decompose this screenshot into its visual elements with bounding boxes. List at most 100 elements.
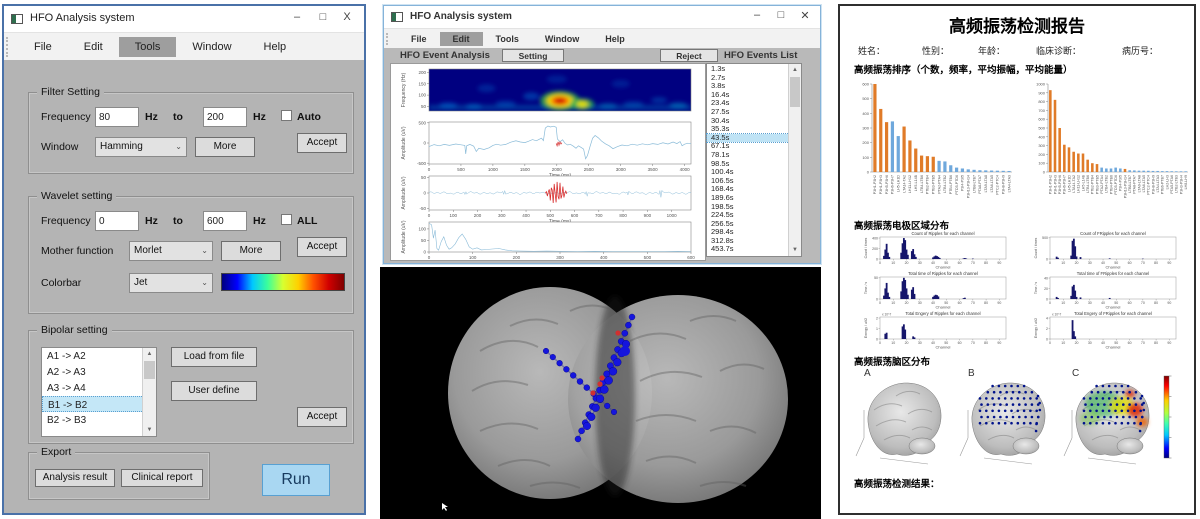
brain-3d-view[interactable] bbox=[380, 267, 821, 519]
scroll-up-icon[interactable]: ▲ bbox=[143, 348, 156, 360]
hfo-marker-dot bbox=[599, 375, 604, 380]
rank-bar bbox=[1152, 171, 1155, 172]
mother-function-select[interactable]: Morlet⌄ bbox=[129, 241, 213, 261]
bipolar-list-item[interactable]: A3 -> A4 bbox=[42, 380, 156, 396]
scroll-up-icon[interactable]: ▲ bbox=[789, 64, 801, 76]
menu-item-tools[interactable]: Tools bbox=[483, 32, 532, 46]
maximize-icon[interactable]: □ bbox=[770, 9, 792, 21]
analysis-result-button[interactable]: Analysis result bbox=[35, 469, 115, 487]
close-icon[interactable]: X bbox=[336, 11, 358, 23]
bipolar-list-item[interactable]: B2 -> B3 bbox=[42, 412, 156, 428]
minimize-icon[interactable]: – bbox=[746, 9, 768, 21]
filter-freq-from-input[interactable]: 80 bbox=[95, 107, 139, 127]
wavelet-accept-button[interactable]: Accept bbox=[297, 237, 347, 257]
rank-bar bbox=[1110, 168, 1113, 172]
tick-label: 40 bbox=[931, 261, 935, 265]
tick-label: 70 bbox=[1141, 301, 1145, 305]
tick-label: 1500 bbox=[520, 167, 531, 172]
scroll-down-icon[interactable]: ▼ bbox=[143, 424, 156, 436]
filter-accept-button[interactable]: Accept bbox=[297, 133, 347, 153]
clinical-report-button[interactable]: Clinical report bbox=[121, 469, 203, 487]
scrollbar-thumb[interactable] bbox=[790, 77, 800, 107]
menu-item-edit[interactable]: Edit bbox=[440, 32, 483, 46]
bipolar-scrollbar[interactable]: ▲ ▼ bbox=[142, 348, 156, 436]
rank-bar bbox=[972, 170, 975, 172]
tick-label: Channel bbox=[936, 345, 951, 350]
clinical-report-page: 高频振荡检测报告 姓名： 性别： 年龄： 临床诊断： 病历号： 高频振荡排序（个… bbox=[838, 4, 1196, 515]
menu-item-tools[interactable]: Tools bbox=[119, 37, 177, 57]
setting-button[interactable]: Setting bbox=[502, 49, 564, 62]
bipolar-accept-button[interactable]: Accept bbox=[297, 407, 347, 427]
hfo-plot-panel: 20015010050Frequency (Hz)5000-5000500100… bbox=[390, 63, 706, 261]
tick-label: PTD5-PTD6 bbox=[1114, 175, 1118, 195]
colorbar-select[interactable]: Jet⌄ bbox=[129, 273, 213, 293]
scrollbar-thumb[interactable] bbox=[144, 361, 155, 379]
menu-item-file[interactable]: File bbox=[18, 37, 68, 57]
wavelet-more-button[interactable]: More bbox=[221, 241, 281, 261]
electrode-dot bbox=[600, 386, 608, 394]
tick-label: 400 bbox=[522, 213, 530, 218]
tick-label: 400 bbox=[600, 255, 608, 260]
wavelet-to-label: to bbox=[173, 215, 183, 227]
wavelet-all-checkbox[interactable] bbox=[281, 214, 292, 225]
tick-label: Channel bbox=[1106, 345, 1121, 350]
maximize-icon[interactable]: □ bbox=[312, 11, 334, 23]
tick-label: 200 bbox=[418, 70, 426, 75]
tick-label: PTA8-PTA7 bbox=[1133, 175, 1137, 194]
menu-grip-icon bbox=[386, 33, 392, 45]
minimize-icon[interactable]: – bbox=[286, 11, 308, 23]
electrode-dot bbox=[613, 358, 621, 366]
rank-bar bbox=[978, 170, 981, 172]
filter-more-button[interactable]: More bbox=[195, 137, 255, 157]
filter-freq-to-input[interactable]: 200 bbox=[203, 107, 247, 127]
tick-label: 0 bbox=[876, 257, 878, 261]
tick-label: 150 bbox=[418, 81, 426, 86]
menu-item-help[interactable]: Help bbox=[248, 37, 303, 57]
filter-auto-checkbox[interactable] bbox=[281, 110, 292, 121]
rank-bar bbox=[937, 161, 940, 172]
run-button[interactable]: Run bbox=[262, 464, 330, 496]
settings-titlebar[interactable]: HFO Analysis system – □ X bbox=[4, 6, 364, 33]
tick-label: P3H3-P3H4 bbox=[1179, 175, 1183, 194]
wavelet-freq-from-input[interactable]: 0 bbox=[95, 211, 139, 231]
tick-label: 20 bbox=[1075, 301, 1079, 305]
bipolar-listbox[interactable]: A1 -> A2A2 -> A3A3 -> A4B1 -> B2B2 -> B3… bbox=[41, 347, 157, 437]
tick-label: 1000 bbox=[1036, 82, 1046, 87]
menu-item-window[interactable]: Window bbox=[176, 37, 247, 57]
tick-label: 40 bbox=[1101, 301, 1105, 305]
rank-bar bbox=[1119, 168, 1122, 172]
tick-label: P3H13-P3H14 bbox=[1123, 175, 1127, 198]
tick-label: 90 bbox=[1167, 341, 1171, 345]
app-icon bbox=[391, 12, 403, 22]
analysis-titlebar[interactable]: HFO Analysis system – □ ✕ bbox=[384, 6, 820, 29]
scroll-down-icon[interactable]: ▼ bbox=[789, 244, 801, 256]
wavelet-freq-to-input[interactable]: 600 bbox=[203, 211, 247, 231]
reject-button[interactable]: Reject bbox=[660, 49, 718, 62]
filter-window-select[interactable]: Hamming⌄ bbox=[95, 137, 187, 157]
close-icon[interactable]: ✕ bbox=[794, 9, 816, 22]
menu-item-window[interactable]: Window bbox=[532, 32, 592, 46]
menu-item-file[interactable]: File bbox=[398, 32, 440, 46]
tick-label: 10 bbox=[891, 301, 895, 305]
field-diagnosis: 临床诊断： bbox=[1036, 44, 1081, 57]
bipolar-list-item[interactable]: A1 -> A2 bbox=[42, 348, 156, 364]
tick-label: 400 bbox=[1038, 134, 1045, 139]
menu-item-edit[interactable]: Edit bbox=[68, 37, 119, 57]
rank-bar bbox=[1072, 152, 1075, 172]
events-scrollbar[interactable]: ▲ ▼ bbox=[788, 64, 801, 256]
bipolar-list-item[interactable]: B1 -> B2 bbox=[42, 396, 156, 412]
mouse-cursor bbox=[442, 503, 448, 511]
tick-label: Frequency (Hz) bbox=[401, 72, 407, 107]
load-from-file-button[interactable]: Load from file bbox=[171, 347, 257, 367]
event-list-item[interactable]: 453.7s bbox=[707, 245, 789, 254]
tick-label: 0 bbox=[1049, 341, 1051, 345]
tick-label: 20 bbox=[1075, 261, 1079, 265]
section-brainregion-heading: 高频振荡脑区分布 bbox=[854, 354, 930, 368]
brain-3d-svg bbox=[380, 267, 821, 519]
bipolar-list-item[interactable]: A2 -> A3 bbox=[42, 364, 156, 380]
user-define-button[interactable]: User define bbox=[171, 381, 257, 401]
tick-label: 500 bbox=[1042, 236, 1048, 240]
menu-item-help[interactable]: Help bbox=[592, 32, 638, 46]
hfo-events-listbox[interactable]: 1.3s2.7s3.8s16.4s23.4s27.5s30.4s35.3s43.… bbox=[706, 63, 802, 257]
wavelet-setting-legend: Wavelet setting bbox=[37, 190, 116, 202]
